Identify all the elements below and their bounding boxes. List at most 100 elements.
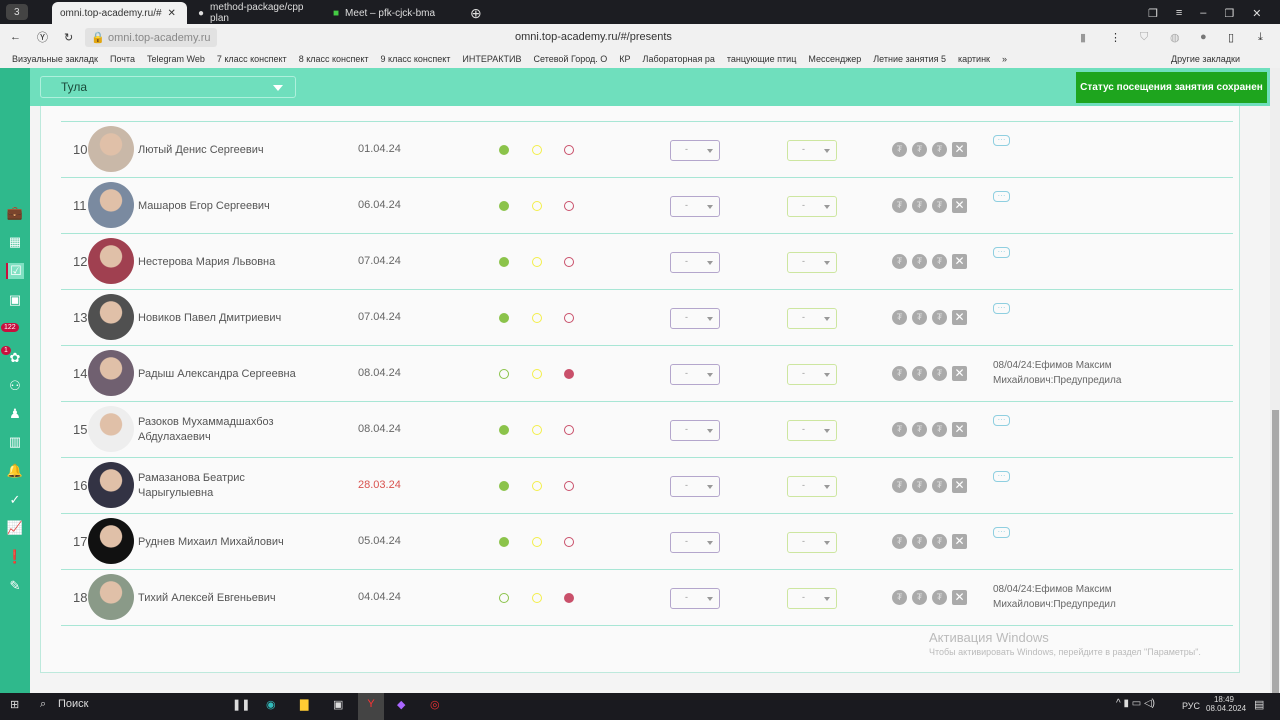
student-name[interactable]: Радыш Александра Сергеевна [138, 346, 308, 402]
new-tab-button[interactable]: ⊕ [462, 2, 490, 24]
bookmark-item[interactable]: Сетевой Город. О [534, 54, 608, 64]
coin-icon[interactable]: ₮ [932, 198, 947, 213]
coin-icon[interactable]: ₮ [932, 590, 947, 605]
language-indicator[interactable]: РУС [1182, 701, 1200, 711]
bookmark-item[interactable]: » [1002, 54, 1007, 64]
grade-select-2[interactable]: - [787, 532, 837, 553]
bookmark-item[interactable]: 9 класс конспект [381, 54, 451, 64]
collections-icon[interactable]: ❐ [1148, 7, 1158, 20]
grade-select-2[interactable]: - [787, 252, 837, 273]
absent-radio[interactable] [564, 369, 574, 379]
scrollbar-thumb[interactable] [1272, 410, 1279, 693]
bookmark-item[interactable]: картинк [958, 54, 990, 64]
coin-icon[interactable]: ₮ [892, 590, 907, 605]
clear-coins-icon[interactable]: ✕ [952, 254, 967, 269]
grade-select-1[interactable]: - [670, 364, 720, 385]
tab-github[interactable]: ● method-package/cpp plan [190, 2, 320, 24]
grade-select-1[interactable]: - [670, 252, 720, 273]
url-input[interactable]: 🔒 omni.top-academy.ru [85, 27, 217, 47]
coin-icon[interactable]: ₮ [932, 310, 947, 325]
bookmark-item[interactable]: 7 класс конспект [217, 54, 287, 64]
comment-icon[interactable]: ··· [993, 247, 1010, 258]
student-name[interactable]: Нестерова Мария Львовна [138, 234, 308, 290]
grade-select-2[interactable]: - [787, 364, 837, 385]
bookmark-item[interactable]: Telegram Web [147, 54, 205, 64]
clear-coins-icon[interactable]: ✕ [952, 310, 967, 325]
bookmark-item[interactable]: Лабораторная ра [643, 54, 715, 64]
clear-coins-icon[interactable]: ✕ [952, 142, 967, 157]
coin-icon[interactable]: ₮ [912, 366, 927, 381]
clear-coins-icon[interactable]: ✕ [952, 478, 967, 493]
coin-icon[interactable]: ₮ [912, 310, 927, 325]
grade-select-1[interactable]: - [670, 588, 720, 609]
bookmark-item[interactable]: 8 класс конспект [299, 54, 369, 64]
tab-count[interactable]: 3 [6, 4, 28, 20]
bookmark-item[interactable]: Летние занятия 5 [873, 54, 946, 64]
present-radio[interactable] [499, 257, 509, 267]
clock[interactable]: 18:49 08.04.2024 [1206, 695, 1246, 713]
attendance-icon[interactable]: ☑ [6, 263, 24, 279]
present-radio[interactable] [499, 425, 509, 435]
grade-select-1[interactable]: - [670, 532, 720, 553]
coin-icon[interactable]: ₮ [892, 534, 907, 549]
reload-icon[interactable]: ↻ [64, 31, 73, 44]
back-icon[interactable]: ← [10, 31, 21, 43]
grade-select-1[interactable]: - [670, 476, 720, 497]
alert-icon[interactable]: ❗ [6, 549, 24, 565]
student-name[interactable]: Новиков Павел Дмитриевич [138, 290, 308, 346]
clear-coins-icon[interactable]: ✕ [952, 422, 967, 437]
grade-select-2[interactable]: - [787, 476, 837, 497]
student-name[interactable]: Рамазанова Беатрис Чарыгулыевна [138, 458, 308, 514]
tab-meet[interactable]: ■ Meet – pfk-cjck-bma [325, 2, 460, 24]
app-icon[interactable]: ◎ [430, 698, 440, 711]
grade-select-2[interactable]: - [787, 196, 837, 217]
present-radio[interactable] [499, 313, 509, 323]
grade-select-1[interactable]: - [670, 140, 720, 161]
clear-coins-icon[interactable]: ✕ [952, 534, 967, 549]
explorer-icon[interactable]: ▇ [300, 698, 308, 711]
bookmark-icon[interactable]: ▮ [1080, 31, 1086, 44]
coin-icon[interactable]: ₮ [912, 142, 927, 157]
grade-select-2[interactable]: - [787, 308, 837, 329]
present-radio[interactable] [499, 593, 509, 603]
more-icon[interactable]: ⋮ [1110, 31, 1121, 44]
coin-icon[interactable]: ₮ [932, 422, 947, 437]
bookmark-item[interactable]: танцующие птиц [727, 54, 797, 64]
comment-icon[interactable]: ··· [993, 191, 1010, 202]
present-radio[interactable] [499, 145, 509, 155]
tab-omni[interactable]: omni.top-academy.ru/# ✕ [52, 2, 187, 24]
clear-coins-icon[interactable]: ✕ [952, 590, 967, 605]
edge-icon[interactable]: ◉ [266, 698, 276, 711]
monitor-icon[interactable]: ▣ [6, 292, 24, 308]
coin-icon[interactable]: ₮ [912, 478, 927, 493]
bookmark-item[interactable]: Визуальные закладк [12, 54, 98, 64]
taskbar-search[interactable]: Поиск [58, 698, 88, 710]
bookmark-item[interactable]: Другие закладки [1171, 54, 1240, 64]
late-radio[interactable] [532, 201, 542, 211]
comment-icon[interactable]: ··· [993, 135, 1010, 146]
sidebar-icon[interactable]: ▯ [1228, 31, 1234, 44]
absent-radio[interactable] [564, 145, 574, 155]
bookmark-item[interactable]: ИНТЕРАКТИВ [462, 54, 521, 64]
close-window-icon[interactable]: ✕ [1252, 7, 1261, 20]
notifications-icon[interactable]: ▤ [1254, 698, 1264, 711]
clear-coins-icon[interactable]: ✕ [952, 366, 967, 381]
library-icon[interactable]: ▥ [6, 434, 24, 450]
student-name[interactable]: Машаров Егор Сергеевич [138, 178, 308, 234]
coin-icon[interactable]: ₮ [892, 310, 907, 325]
coin-icon[interactable]: ₮ [892, 422, 907, 437]
absent-radio[interactable] [564, 425, 574, 435]
absent-radio[interactable] [564, 481, 574, 491]
student-name[interactable]: Тихий Алексей Евгеньевич [138, 570, 308, 626]
teacher-icon[interactable]: ♟ [6, 406, 24, 422]
present-radio[interactable] [499, 201, 509, 211]
coin-icon[interactable]: ₮ [912, 422, 927, 437]
absent-radio[interactable] [564, 201, 574, 211]
coin-icon[interactable]: ₮ [892, 198, 907, 213]
windows-start-icon[interactable]: ⊞ [10, 698, 19, 711]
absent-radio[interactable] [564, 537, 574, 547]
present-radio[interactable] [499, 537, 509, 547]
student-name[interactable]: Разоков Мухаммадшахбоз Абдулахаевич [138, 402, 308, 458]
coin-icon[interactable]: ₮ [932, 254, 947, 269]
coin-icon[interactable]: ₮ [912, 590, 927, 605]
